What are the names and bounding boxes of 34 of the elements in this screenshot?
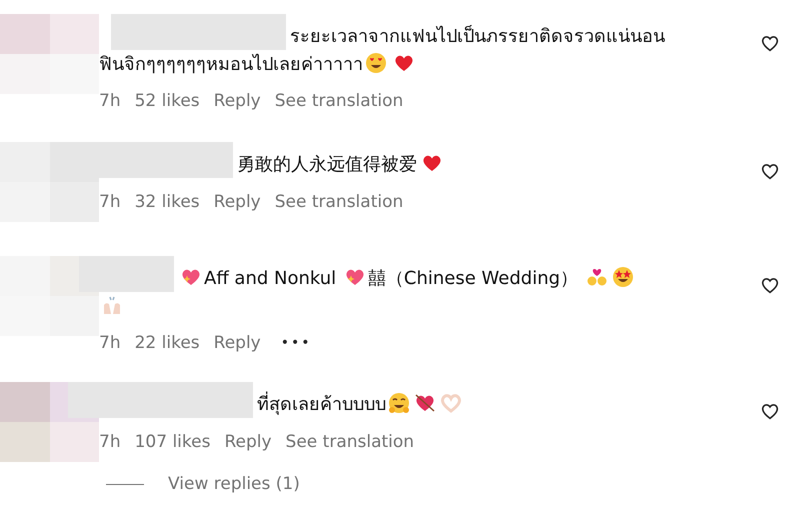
see-translation-link[interactable]: See translation xyxy=(274,190,404,216)
comment-text: 囍（Chinese Wedding） xyxy=(368,268,580,289)
couple-with-heart-icon xyxy=(586,266,608,288)
reply-link[interactable]: Reply xyxy=(214,331,261,356)
like-heart-icon[interactable] xyxy=(760,34,780,52)
heart-hands-icon xyxy=(440,392,462,414)
comment-text: ฟินจิกๆๆๆๆๆๆหมอนไปเลยค่าาาาา xyxy=(99,54,363,75)
like-heart-icon[interactable] xyxy=(760,276,780,294)
see-translation-link[interactable]: See translation xyxy=(274,89,404,114)
heart-eyes-face-icon xyxy=(365,52,387,74)
see-translation-link[interactable]: See translation xyxy=(286,430,414,456)
more-options-button[interactable]: ••• xyxy=(280,333,312,354)
like-heart-icon[interactable] xyxy=(760,162,780,180)
comment-time: 7h xyxy=(99,431,121,454)
comment-time: 7h xyxy=(99,191,121,214)
star-eyes-face-icon xyxy=(612,266,634,288)
likes-count[interactable]: 52 likes xyxy=(134,89,200,114)
comment-text: 勇敢的人永远值得被爱 xyxy=(237,154,417,175)
reply-link[interactable]: Reply xyxy=(214,190,261,216)
comment-time: 7h xyxy=(99,332,121,355)
reply-link[interactable]: Reply xyxy=(224,430,272,456)
likes-count[interactable]: 32 likes xyxy=(134,190,200,216)
comment-time: 7h xyxy=(99,90,121,113)
comment-text: Aff and Nonkul xyxy=(204,268,338,289)
raised-hands-icon xyxy=(101,294,123,316)
view-replies-link[interactable]: View replies (1) xyxy=(168,472,300,498)
likes-count[interactable]: 22 likes xyxy=(134,331,200,356)
hugging-face-icon xyxy=(388,392,410,414)
comment-text: ที่สุดเลยค้าบบบบ xyxy=(257,394,386,415)
reply-link[interactable]: Reply xyxy=(214,89,261,114)
heart-with-arrow-icon xyxy=(414,392,436,414)
likes-count[interactable]: 107 likes xyxy=(134,430,210,456)
comment-text: ระยะเวลาจากแฟนไปเป็นภรรยาติดจรวดแน่นอน xyxy=(290,26,665,47)
like-heart-icon[interactable] xyxy=(760,402,780,420)
